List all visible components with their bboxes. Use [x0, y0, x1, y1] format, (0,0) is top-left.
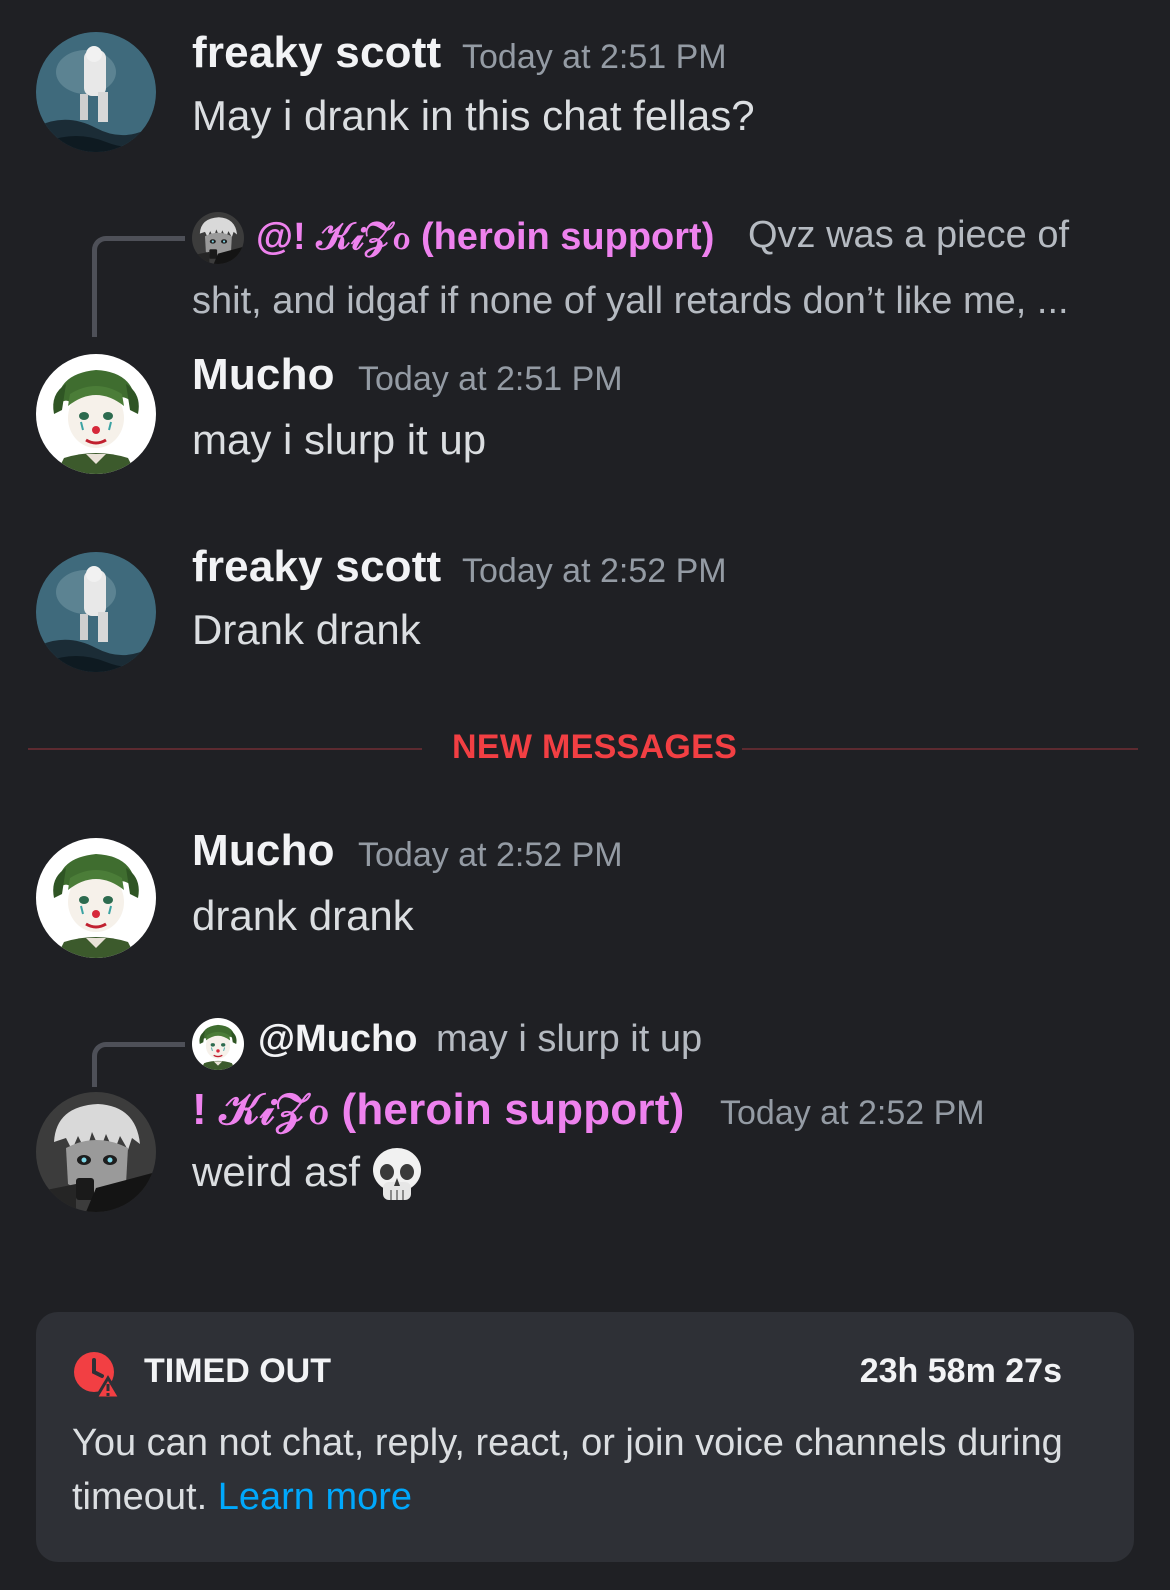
message-item[interactable]: freaky scott Today at 2:52 PM Drank dran…: [0, 520, 1170, 680]
new-messages-divider-right: [742, 748, 1138, 750]
avatar-image: [36, 1092, 156, 1212]
new-messages-divider-left: [28, 748, 422, 750]
message-item[interactable]: @Mucho may i slurp it up ! 𝒦𝒾𝒵ℴ (heroin …: [0, 1010, 1170, 1230]
message-timestamp: Today at 2:52 PM: [720, 1094, 985, 1132]
avatar-image: [192, 212, 244, 264]
clock-warning-icon: [74, 1352, 122, 1400]
avatar[interactable]: [36, 1092, 156, 1212]
timeout-banner: TIMED OUT 23h 58m 27s You can not chat, …: [36, 1312, 1134, 1562]
avatar-image: [36, 354, 156, 474]
reply-preview-text[interactable]: may i slurp it up: [436, 1018, 702, 1061]
message-text: Drank drank: [192, 606, 421, 653]
avatar-image: [36, 838, 156, 958]
author-name[interactable]: freaky scott: [192, 542, 441, 592]
reply-connector: [92, 1042, 185, 1087]
new-messages-label: NEW MESSAGES: [452, 728, 738, 766]
avatar-image: [36, 32, 156, 152]
avatar[interactable]: [36, 354, 156, 474]
author-name[interactable]: freaky scott: [192, 28, 441, 78]
message-timestamp: Today at 2:52 PM: [462, 552, 727, 590]
author-name[interactable]: Mucho: [192, 350, 335, 400]
message-text-row: weird asf: [192, 1146, 424, 1204]
message-item[interactable]: @! 𝒦𝒾𝒵ℴ (heroin support) Qvz was a piece…: [0, 200, 1170, 490]
skull-emoji: [373, 1148, 422, 1200]
reply-avatar[interactable]: [192, 1018, 244, 1070]
message-item[interactable]: freaky scott Today at 2:51 PM May i dran…: [0, 0, 1170, 170]
avatar-image: [36, 552, 156, 672]
reply-author[interactable]: @! 𝒦𝒾𝒵ℴ (heroin support): [256, 214, 714, 259]
timeout-description-block: You can not chat, reply, react, or join …: [72, 1416, 1072, 1524]
avatar[interactable]: [36, 838, 156, 958]
message-text: drank drank: [192, 892, 414, 939]
avatar-image: [192, 1018, 244, 1070]
learn-more-link[interactable]: Learn more: [218, 1476, 412, 1518]
reply-preview-text-continued[interactable]: shit, and idgaf if none of yall retards …: [192, 280, 1069, 323]
message-text: weird asf: [192, 1148, 361, 1196]
message-item[interactable]: Mucho Today at 2:52 PM drank drank: [0, 810, 1170, 970]
timeout-countdown: 23h 58m 27s: [859, 1352, 1062, 1390]
avatar[interactable]: [36, 552, 156, 672]
author-name[interactable]: Mucho: [192, 826, 335, 876]
message-timestamp: Today at 2:51 PM: [358, 360, 623, 398]
reply-connector: [92, 236, 185, 337]
message-text: may i slurp it up: [192, 416, 487, 463]
message-timestamp: Today at 2:51 PM: [462, 38, 727, 76]
author-name[interactable]: ! 𝒦𝒾𝒵ℴ (heroin support): [192, 1084, 684, 1135]
message-text: May i drank in this chat fellas?: [192, 92, 755, 139]
reply-author[interactable]: @Mucho: [258, 1018, 417, 1061]
message-timestamp: Today at 2:52 PM: [358, 836, 623, 874]
reply-preview-text[interactable]: Qvz was a piece of: [748, 214, 1069, 257]
reply-avatar[interactable]: [192, 212, 244, 264]
timeout-title: TIMED OUT: [144, 1352, 331, 1390]
avatar[interactable]: [36, 32, 156, 152]
